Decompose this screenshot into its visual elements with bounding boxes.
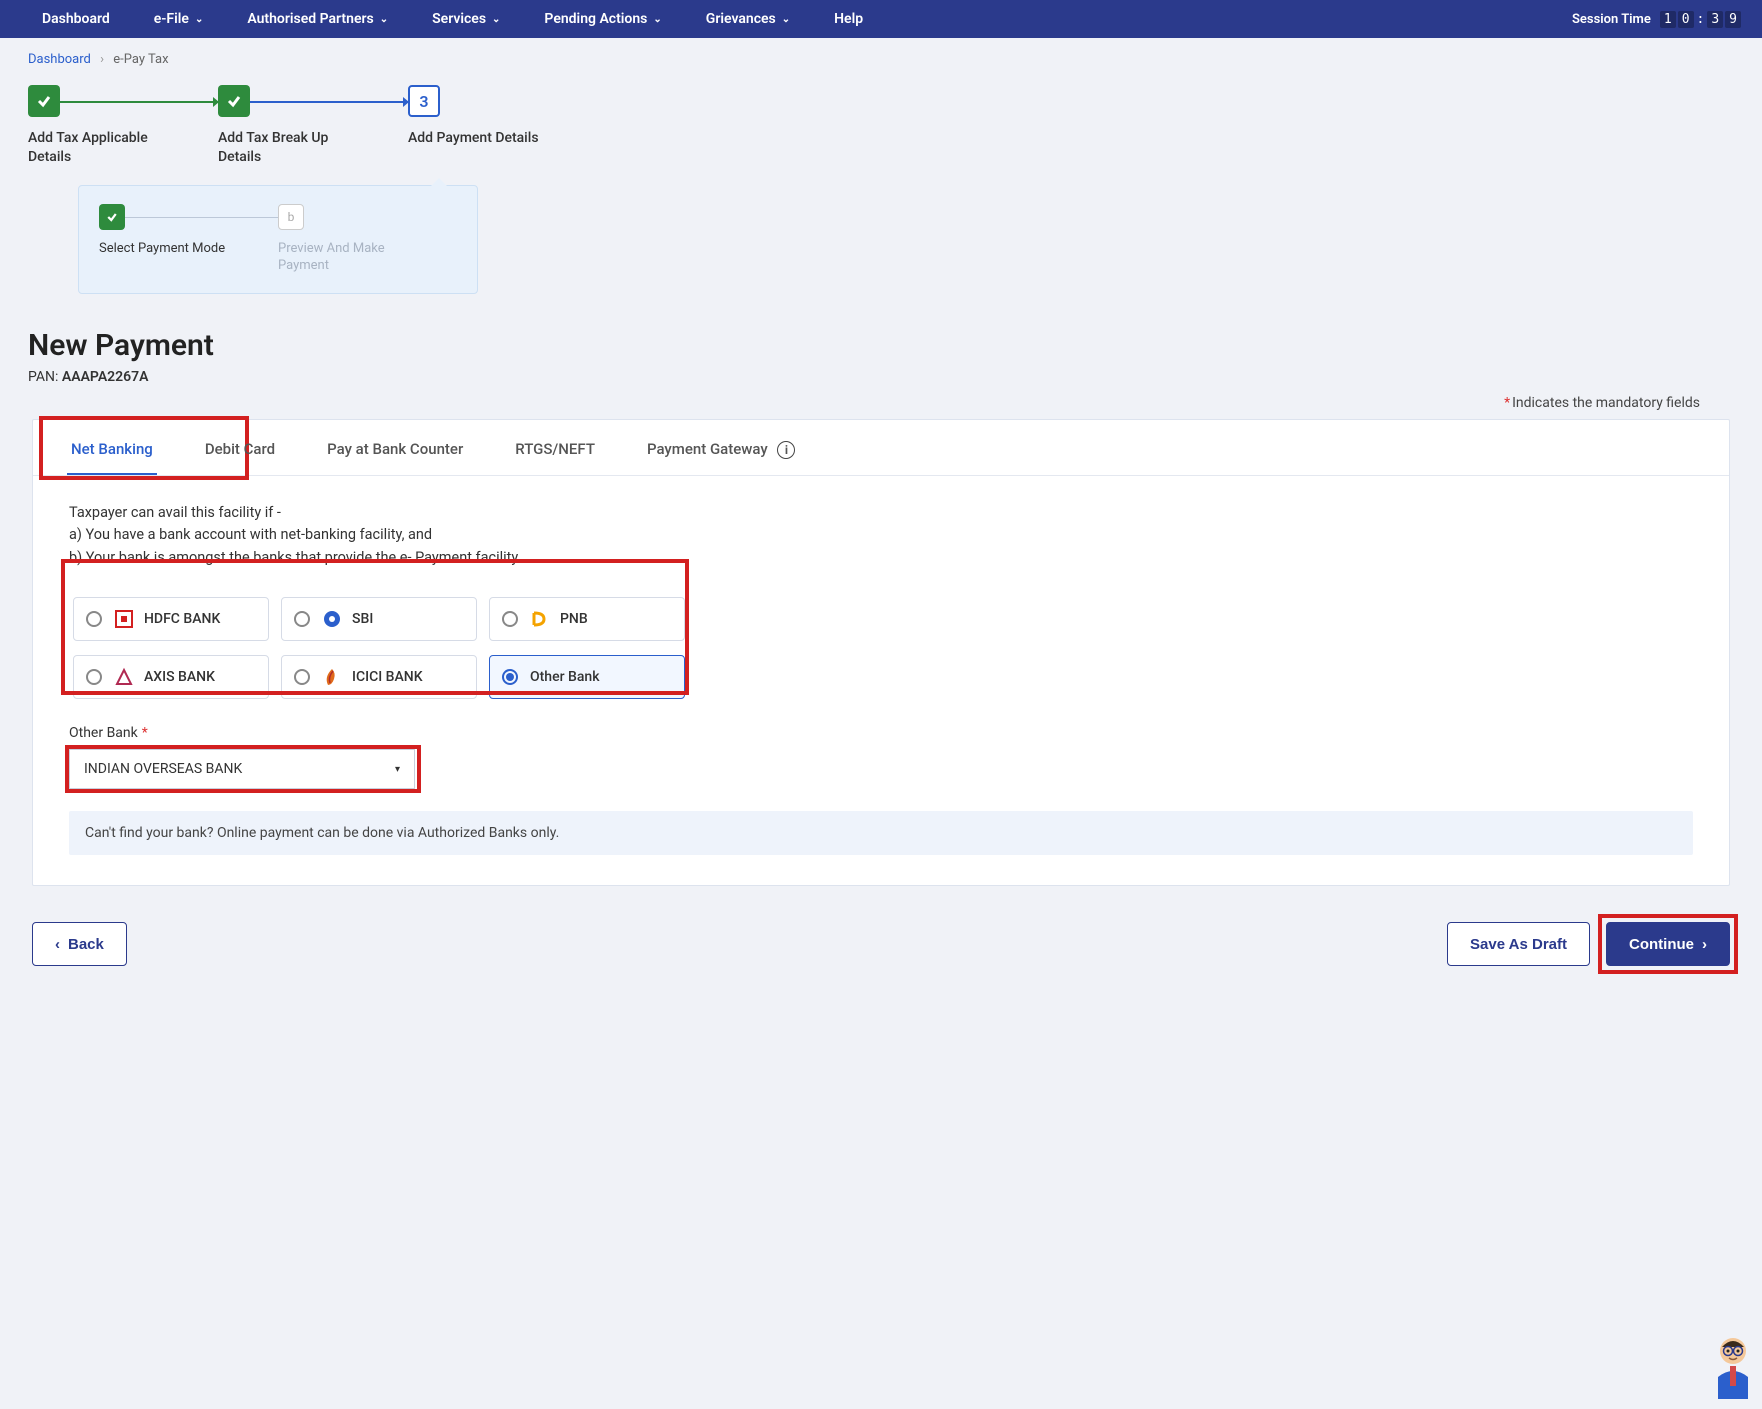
footer-actions: ‹ Back Save As Draft Continue › — [0, 912, 1762, 994]
chevron-down-icon: ⌄ — [492, 14, 500, 25]
nav-pending-actions[interactable]: Pending Actions⌄ — [522, 0, 683, 38]
page-title: New Payment — [28, 328, 1734, 363]
nav-help[interactable]: Help — [812, 0, 885, 38]
substep-pending-marker: b — [278, 204, 304, 230]
pan-display: PAN: AAAPA2267A — [28, 369, 1734, 385]
nav-efile[interactable]: e-File⌄ — [132, 0, 226, 38]
chevron-left-icon: ‹ — [55, 936, 60, 953]
step-2: Add Tax Break Up Details — [218, 85, 408, 167]
check-icon — [28, 85, 60, 117]
nav-dashboard[interactable]: Dashboard — [20, 0, 132, 38]
session-time-value: 10:39 — [1659, 11, 1742, 28]
assistant-avatar-icon[interactable] — [1708, 1333, 1758, 1399]
substep-b: b Preview And Make Payment — [278, 204, 457, 275]
radio-icon — [86, 669, 102, 685]
chevron-down-icon: ⌄ — [653, 14, 661, 25]
check-icon — [99, 204, 125, 230]
continue-button[interactable]: Continue › — [1606, 922, 1730, 966]
substep-a: Select Payment Mode — [99, 204, 278, 258]
chevron-down-icon: ⌄ — [380, 14, 388, 25]
pnb-logo-icon — [530, 609, 550, 629]
chevron-down-icon: ⌄ — [782, 14, 790, 25]
bank-option-other[interactable]: Other Bank — [489, 655, 685, 699]
save-as-draft-button[interactable]: Save As Draft — [1447, 922, 1590, 966]
icici-logo-icon — [322, 667, 342, 687]
stepper: Add Tax Applicable Details Add Tax Break… — [0, 75, 1762, 167]
tab-body-net-banking: Taxpayer can avail this facility if - a)… — [33, 476, 1729, 885]
info-box: Can't find your bank? Online payment can… — [69, 811, 1693, 855]
back-button[interactable]: ‹ Back — [32, 922, 127, 966]
session-time-label: Session Time — [1572, 12, 1651, 27]
bank-grid: HDFC BANK SBI PNB — [69, 593, 689, 703]
bank-option-pnb[interactable]: PNB — [489, 597, 685, 641]
other-bank-select[interactable]: INDIAN OVERSEAS BANK ▾ — [69, 749, 415, 789]
breadcrumb-current: e-Pay Tax — [113, 52, 168, 67]
nav-services[interactable]: Services⌄ — [410, 0, 522, 38]
tab-pay-at-bank-counter[interactable]: Pay at Bank Counter — [301, 420, 489, 475]
chevron-right-icon: › — [1702, 936, 1707, 953]
bank-option-icici[interactable]: ICICI BANK — [281, 655, 477, 699]
step-3: 3 Add Payment Details — [408, 85, 598, 148]
bank-option-axis[interactable]: AXIS BANK — [73, 655, 269, 699]
tab-net-banking[interactable]: Net Banking — [45, 420, 179, 475]
check-icon — [218, 85, 250, 117]
top-nav: Dashboard e-File⌄ Authorised Partners⌄ S… — [0, 0, 1762, 38]
sbi-logo-icon — [322, 609, 342, 629]
page-title-block: New Payment PAN: AAAPA2267A — [0, 294, 1762, 389]
radio-icon — [502, 669, 518, 685]
axis-logo-icon — [114, 667, 134, 687]
bank-option-hdfc[interactable]: HDFC BANK — [73, 597, 269, 641]
tab-debit-card[interactable]: Debit Card — [179, 420, 301, 475]
bank-option-sbi[interactable]: SBI — [281, 597, 477, 641]
radio-icon — [294, 611, 310, 627]
tab-payment-gateway[interactable]: Payment Gateway i — [621, 420, 822, 475]
tab-rtgs-neft[interactable]: RTGS/NEFT — [489, 420, 621, 475]
mandatory-note: *Indicates the mandatory fields — [0, 389, 1762, 419]
step-current-number: 3 — [408, 85, 440, 117]
radio-icon — [502, 611, 518, 627]
nav-authorised-partners[interactable]: Authorised Partners⌄ — [225, 0, 410, 38]
caret-down-icon: ▾ — [395, 764, 400, 775]
substep-panel: Select Payment Mode b Preview And Make P… — [78, 185, 478, 294]
step-1: Add Tax Applicable Details — [28, 85, 218, 167]
nav-grievances[interactable]: Grievances⌄ — [684, 0, 812, 38]
hdfc-logo-icon — [114, 609, 134, 629]
breadcrumb: Dashboard › e-Pay Tax — [0, 38, 1762, 75]
chevron-down-icon: ⌄ — [195, 14, 203, 25]
facility-intro: Taxpayer can avail this facility if - a)… — [69, 502, 1693, 569]
other-bank-label: Other Bank* — [69, 725, 1693, 741]
payment-card: Net Banking Debit Card Pay at Bank Count… — [32, 419, 1730, 886]
radio-icon — [86, 611, 102, 627]
chevron-right-icon: › — [100, 52, 104, 67]
breadcrumb-root[interactable]: Dashboard — [28, 52, 91, 67]
other-bank-field: Other Bank* INDIAN OVERSEAS BANK ▾ — [69, 725, 1693, 789]
payment-tabs: Net Banking Debit Card Pay at Bank Count… — [33, 420, 1729, 476]
radio-icon — [294, 669, 310, 685]
info-icon[interactable]: i — [777, 441, 795, 459]
